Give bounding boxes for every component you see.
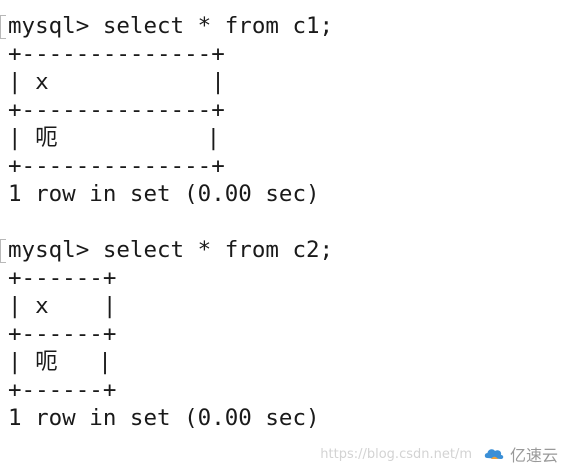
- table-data-row-2: | 呃 |: [8, 349, 112, 375]
- table-border-3: +--------------+: [8, 153, 225, 179]
- prompt-marker-2: [0, 239, 6, 263]
- table-header-row-1: | x |: [8, 69, 225, 95]
- brand-watermark: 亿速云: [483, 442, 558, 466]
- table-border-6: +------+: [8, 377, 117, 403]
- prompt-line-1: mysql> select * from c1;: [8, 13, 334, 39]
- terminal-output: mysql> select * from c1; +--------------…: [0, 0, 568, 474]
- table-border-1: +--------------+: [8, 41, 225, 67]
- cloud-logo-icon: [484, 449, 504, 459]
- result-summary-2: 1 row in set (0.00 sec): [8, 405, 320, 431]
- brand-text: 亿速云: [509, 446, 558, 465]
- table-border-2: +--------------+: [8, 97, 225, 123]
- result-summary-1: 1 row in set (0.00 sec): [8, 181, 320, 207]
- table-header-row-2: | x |: [8, 293, 117, 319]
- watermark-url: https://blog.csdn.net/m: [320, 447, 472, 462]
- table-border-5: +------+: [8, 321, 117, 347]
- table-border-4: +------+: [8, 265, 117, 291]
- prompt-line-2: mysql> select * from c2;: [8, 237, 334, 263]
- table-data-row-1: | 呃 |: [8, 125, 221, 151]
- prompt-marker-1: [0, 15, 6, 39]
